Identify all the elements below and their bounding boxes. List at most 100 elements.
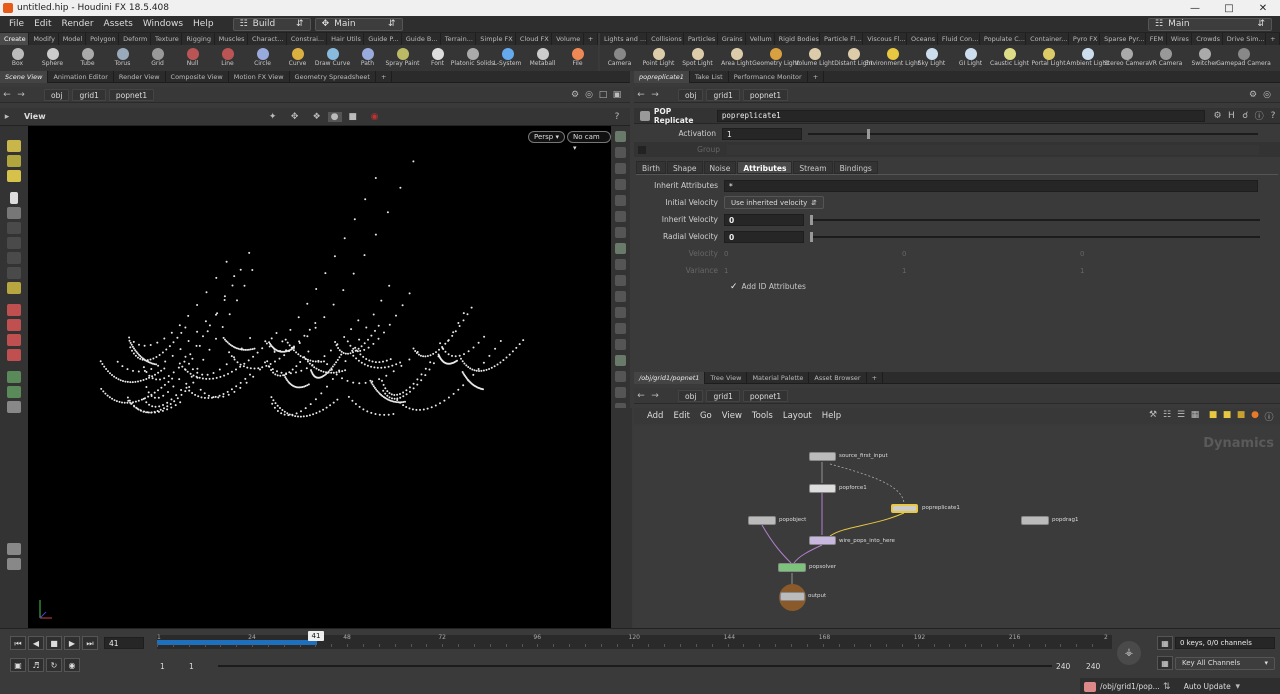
- menu-edit[interactable]: Edit: [29, 19, 56, 29]
- back-arrow-icon[interactable]: ←: [634, 391, 648, 401]
- crumb-obj[interactable]: obj: [44, 88, 70, 101]
- crumb-popnet1[interactable]: popnet1: [742, 389, 789, 402]
- pose-icon[interactable]: [7, 267, 21, 279]
- node-popreplicate1[interactable]: [891, 504, 918, 513]
- forward-arrow-icon[interactable]: →: [14, 90, 28, 100]
- point-numbers-icon[interactable]: [615, 307, 626, 318]
- display-points-icon[interactable]: [615, 243, 626, 254]
- layout-icon[interactable]: □: [596, 90, 610, 100]
- tool-volume-light[interactable]: Volume Light: [795, 48, 834, 68]
- gear-icon[interactable]: ⚙: [1211, 111, 1225, 121]
- snap-grid-icon[interactable]: [7, 319, 21, 331]
- shelf-tab-constrai[interactable]: Constrai...: [287, 33, 328, 45]
- guide-icon[interactable]: [615, 371, 626, 382]
- key-icon[interactable]: ⚶: [1117, 641, 1141, 665]
- forward-arrow-icon[interactable]: →: [648, 90, 662, 100]
- shelf-tab-crowds[interactable]: Crowds: [1192, 33, 1223, 45]
- magnet-icon[interactable]: [7, 349, 21, 361]
- tool-spray-paint[interactable]: Spray Paint: [385, 48, 420, 68]
- node-popobject[interactable]: [748, 516, 776, 525]
- menu-arrow-icon[interactable]: ▸: [0, 112, 14, 122]
- shelf-tab-guide-p[interactable]: Guide P...: [364, 33, 402, 45]
- list-icon[interactable]: ☰: [1174, 410, 1188, 423]
- tab-shape[interactable]: Shape: [667, 161, 703, 174]
- tab-birth[interactable]: Birth: [636, 161, 667, 174]
- channels-icon[interactable]: ▦: [1157, 656, 1173, 670]
- shelf-tab-deform[interactable]: Deform: [119, 33, 151, 45]
- shelf-tab-particle-fl[interactable]: Particle Fl...: [820, 33, 864, 45]
- crumb-grid1[interactable]: grid1: [706, 389, 740, 402]
- tool-circle[interactable]: Circle: [245, 48, 280, 68]
- network-menu-view[interactable]: View: [717, 411, 747, 421]
- tool-line[interactable]: Line: [210, 48, 245, 68]
- tool-portal-light[interactable]: Portal Light: [1029, 48, 1068, 68]
- tab-composite-view[interactable]: Composite View: [166, 70, 229, 83]
- rotate-icon[interactable]: [7, 237, 21, 249]
- tool-file[interactable]: File: [560, 48, 595, 68]
- crumb-obj[interactable]: obj: [678, 389, 704, 402]
- desktop-select[interactable]: ☷ Build ⇵: [232, 17, 311, 31]
- range-slider[interactable]: [218, 665, 1052, 667]
- velocity-y[interactable]: 0: [902, 250, 1080, 258]
- current-frame-marker[interactable]: 41: [308, 631, 324, 641]
- current-frame-field[interactable]: 41: [104, 637, 144, 649]
- camera-icon[interactable]: ●: [327, 111, 342, 122]
- menu-file[interactable]: File: [4, 19, 29, 29]
- tool-ambient-light[interactable]: Ambient Light: [1066, 48, 1109, 68]
- tool-spot-light[interactable]: Spot Light: [678, 48, 717, 68]
- tool-sky-light[interactable]: Sky Light: [912, 48, 951, 68]
- shelf-tab-polygon[interactable]: Polygon: [86, 33, 120, 45]
- selection-icon[interactable]: [615, 211, 626, 222]
- network-editor[interactable]: Dynamics source_first_input popforce1 po…: [634, 426, 1280, 628]
- tab-performance-monitor[interactable]: Performance Monitor: [729, 70, 808, 83]
- tool-area-light[interactable]: Area Light: [717, 48, 756, 68]
- brush-icon[interactable]: [7, 170, 21, 182]
- tab-attributes[interactable]: Attributes: [737, 161, 793, 174]
- radial-velocity-slider[interactable]: [810, 231, 1260, 242]
- shelf-tab-rigid-bodies[interactable]: Rigid Bodies: [775, 33, 821, 45]
- inherit-velocity-knob[interactable]: [810, 214, 813, 225]
- node-popsolver[interactable]: [778, 563, 806, 572]
- group-toggle[interactable]: [638, 145, 646, 154]
- loop-icon[interactable]: ↻: [46, 658, 62, 672]
- frame-icon[interactable]: ■: [346, 112, 360, 122]
- prim-numbers-icon[interactable]: [615, 339, 626, 350]
- arrows-icon[interactable]: ⇅: [1160, 682, 1174, 692]
- inherit-velocity-slider[interactable]: [810, 214, 1260, 225]
- back-arrow-icon[interactable]: ←: [0, 90, 14, 100]
- visibility-icon[interactable]: [615, 291, 626, 302]
- shelf-tab-texture[interactable]: Texture: [151, 33, 183, 45]
- step-back-icon[interactable]: ◀: [28, 636, 44, 650]
- forward-arrow-icon[interactable]: →: [648, 391, 662, 401]
- snap-icon[interactable]: [7, 304, 21, 316]
- help-icon[interactable]: H: [1224, 111, 1238, 121]
- audio-icon[interactable]: ♬: [28, 658, 44, 672]
- shelf-tab-collisions[interactable]: Collisions: [647, 33, 684, 45]
- range-end2-field[interactable]: 240: [1086, 662, 1100, 671]
- tool-gi-light[interactable]: GI Light: [951, 48, 990, 68]
- tool-sphere[interactable]: Sphere: [35, 48, 70, 68]
- shelf-tab-muscles[interactable]: Muscles: [215, 33, 249, 45]
- activation-slider-knob[interactable]: [866, 128, 870, 139]
- network-menu-add[interactable]: Add: [642, 411, 668, 421]
- tool-metaball[interactable]: Metaball: [525, 48, 560, 68]
- tool-font[interactable]: Font: [420, 48, 455, 68]
- paint-icon[interactable]: [7, 282, 21, 294]
- search-icon[interactable]: ☌: [1238, 111, 1252, 121]
- back-arrow-icon[interactable]: ←: [634, 90, 648, 100]
- channels-select[interactable]: Key All Channels ▾: [1175, 656, 1275, 670]
- grid-icon[interactable]: ▦: [1188, 410, 1202, 423]
- note-icon[interactable]: ■: [1206, 410, 1220, 423]
- scale-icon[interactable]: [7, 252, 21, 264]
- variance-z[interactable]: 1: [1080, 267, 1258, 275]
- normals-icon[interactable]: [615, 275, 626, 286]
- scene-viewport[interactable]: Persp ▾ No cam ▾: [28, 126, 611, 628]
- node-popforce1[interactable]: [809, 484, 836, 493]
- split-icon[interactable]: ▣: [610, 90, 624, 100]
- shelf-tab-lights-and[interactable]: Lights and ...: [600, 33, 648, 45]
- node-output[interactable]: [780, 592, 805, 601]
- wrench-icon[interactable]: ⚒: [1146, 410, 1160, 423]
- minimize-icon[interactable]: —: [1178, 3, 1212, 14]
- camera-tool-icon[interactable]: ✦: [266, 112, 280, 122]
- sticky-icon[interactable]: ■: [1220, 410, 1234, 423]
